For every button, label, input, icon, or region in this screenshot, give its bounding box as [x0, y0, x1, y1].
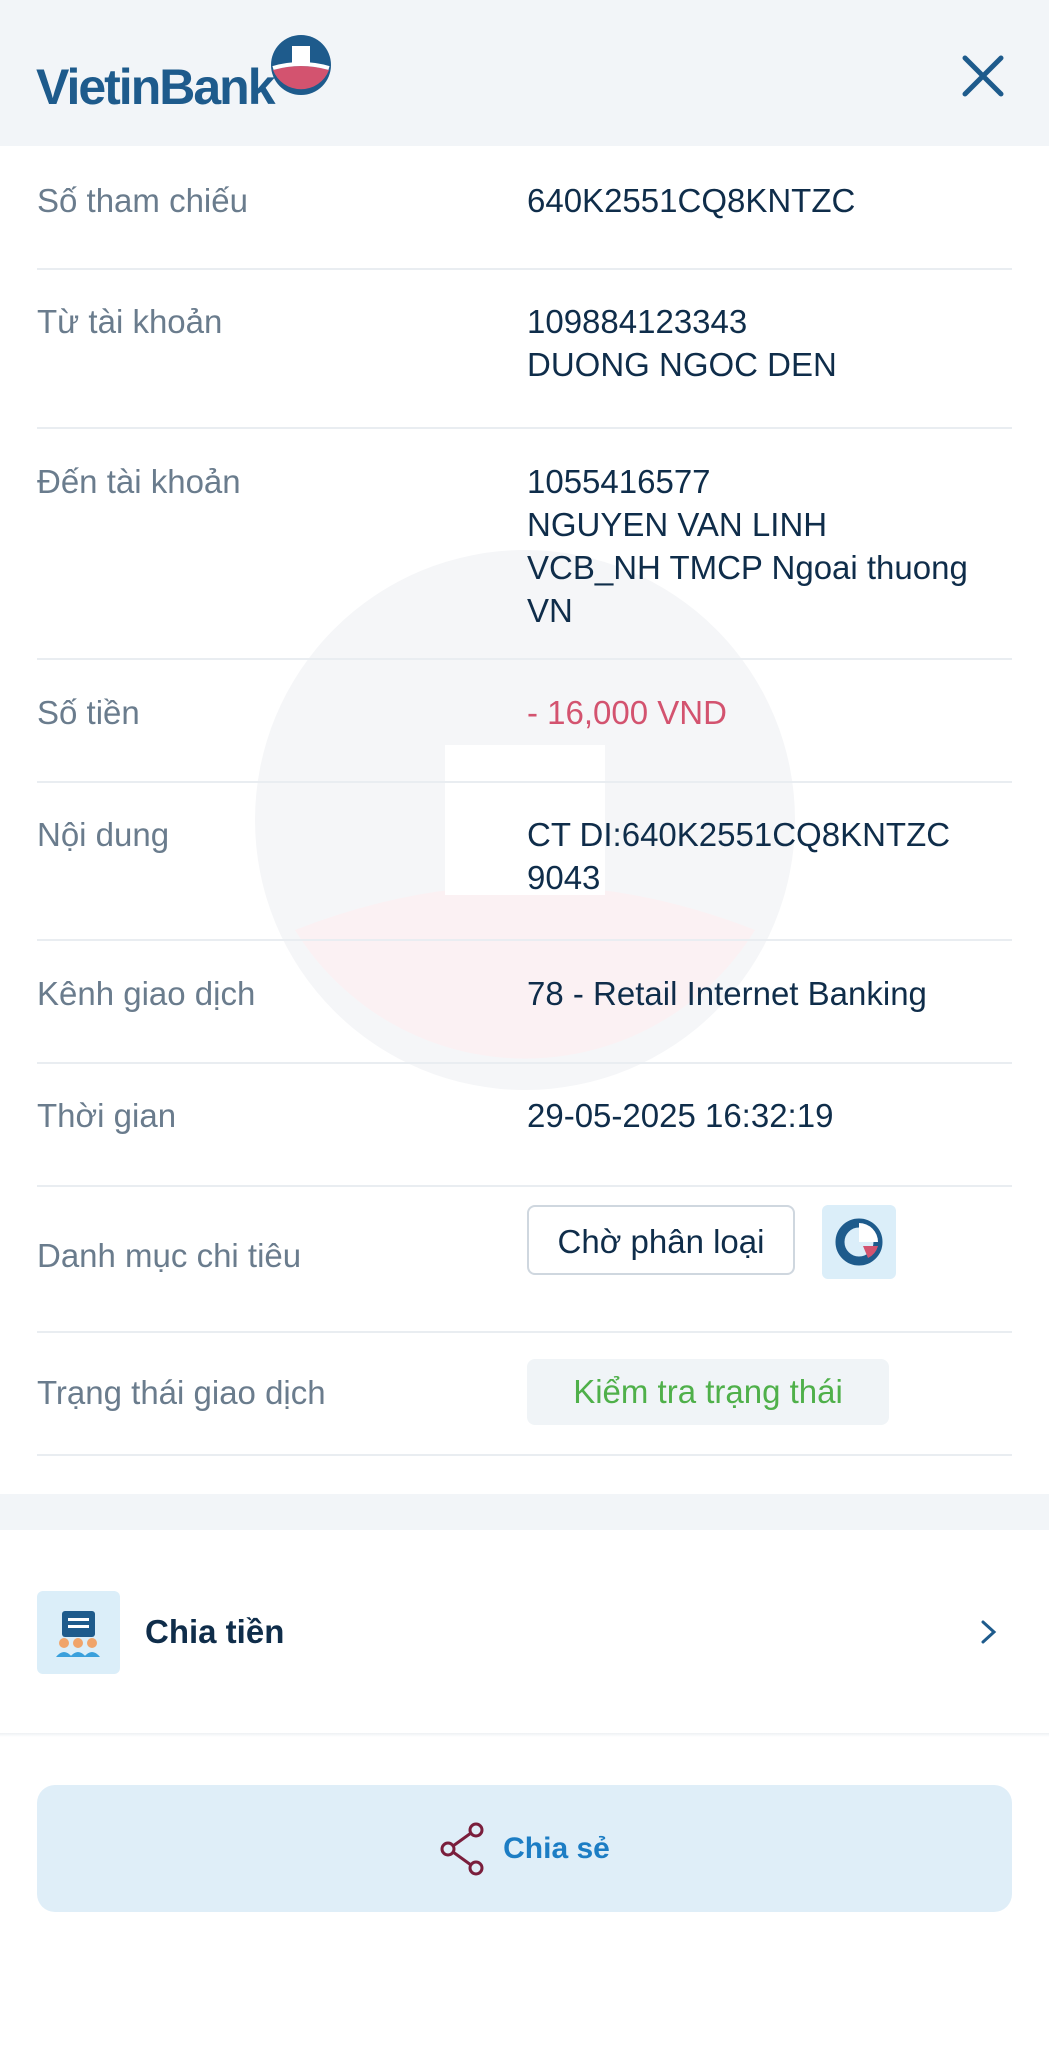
chevron-right-icon — [981, 1620, 997, 1644]
amount-label: Số tiền — [37, 694, 140, 731]
share-icon — [440, 1822, 484, 1875]
from-account-value: 109884123343 DUONG NGOC DEN — [527, 300, 1012, 386]
reference-label: Số tham chiếu — [37, 182, 248, 219]
bottom-shadow — [0, 1733, 1049, 1737]
amount-value: - 16,000 VND — [527, 694, 727, 731]
amount-row: Số tiền - 16,000 VND — [37, 658, 1012, 783]
content-value: CT DI:640K2551CQ8KNTZC 9043 — [527, 813, 1012, 899]
from-account-name: DUONG NGOC DEN — [527, 346, 837, 383]
pie-chart-icon — [835, 1218, 883, 1266]
time-label: Thời gian — [37, 1097, 177, 1134]
to-account-bank: VCB_NH TMCP Ngoai thuong — [527, 549, 968, 586]
share-button-content: Chia sẻ — [37, 1785, 1012, 1912]
to-account-value: 1055416577 NGUYEN VAN LINH VCB_NH TMCP N… — [527, 460, 1012, 632]
status-label: Trạng thái giao dịch — [37, 1374, 326, 1411]
reference-value: 640K2551CQ8KNTZC — [527, 182, 856, 219]
check-status-button[interactable]: Kiểm tra trạng thái — [527, 1359, 889, 1425]
section-divider — [0, 1494, 1049, 1530]
split-bill-icon — [37, 1591, 120, 1674]
to-account-name: NGUYEN VAN LINH — [527, 506, 828, 543]
from-account-label: Từ tài khoản — [37, 303, 223, 340]
status-row: Trạng thái giao dịch Kiểm tra trạng thái — [37, 1331, 1012, 1456]
to-account-number: 1055416577 — [527, 463, 711, 500]
split-bill-row[interactable]: Chia tiền — [0, 1530, 1049, 1733]
logo-mark-icon — [271, 35, 331, 95]
channel-value: 78 - Retail Internet Banking — [527, 975, 927, 1012]
content-label: Nội dung — [37, 816, 170, 853]
time-row: Thời gian 29-05-2025 16:32:19 — [37, 1062, 1012, 1187]
from-account-row: Từ tài khoản 109884123343 DUONG NGOC DEN — [37, 268, 1012, 429]
content-line-2: 9043 — [527, 859, 601, 896]
split-bill-glyph — [56, 1611, 100, 1657]
close-icon[interactable] — [955, 48, 1011, 104]
share-button[interactable]: Chia sẻ — [37, 1785, 1012, 1912]
category-label: Danh mục chi tiêu — [37, 1237, 302, 1274]
channel-row: Kênh giao dịch 78 - Retail Internet Bank… — [37, 939, 1012, 1064]
channel-label: Kênh giao dịch — [37, 975, 256, 1012]
reference-row: Số tham chiếu 640K2551CQ8KNTZC — [37, 146, 1012, 270]
reference-value-wrap: 640K2551CQ8KNTZC — [527, 179, 1012, 222]
category-chart-button[interactable] — [822, 1205, 896, 1279]
content-row: Nội dung CT DI:640K2551CQ8KNTZC 9043 — [37, 781, 1012, 941]
category-row: Danh mục chi tiêu Chờ phân loại — [37, 1185, 1012, 1333]
split-bill-label: Chia tiền — [145, 1613, 285, 1650]
to-account-row: Đến tài khoản 1055416577 NGUYEN VAN LINH… — [37, 427, 1012, 660]
vietinbank-logo: VietinBank — [36, 34, 336, 114]
category-chip[interactable]: Chờ phân loại — [527, 1205, 795, 1275]
to-account-label: Đến tài khoản — [37, 463, 241, 500]
header-bar: VietinBank — [0, 0, 1049, 146]
content-line-1: CT DI:640K2551CQ8KNTZC — [527, 816, 951, 853]
time-value: 29-05-2025 16:32:19 — [527, 1097, 834, 1134]
share-label: Chia sẻ — [503, 1831, 610, 1865]
from-account-number: 109884123343 — [527, 303, 748, 340]
logo-text: VietinBank — [36, 59, 275, 115]
to-account-bank-cont: VN — [527, 592, 573, 629]
